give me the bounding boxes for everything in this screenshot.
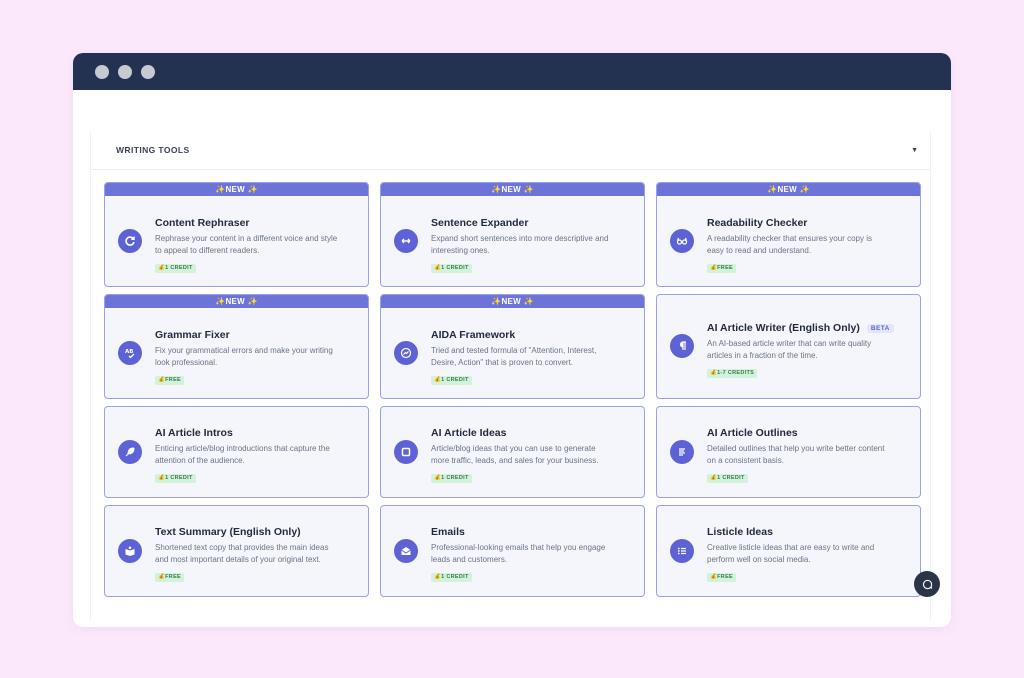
feather-icon [118,440,142,464]
window-dot-minimize[interactable] [118,64,132,79]
credit-badge: 💰1 CREDIT [707,473,748,483]
list-icon [670,539,694,563]
tool-description: Tried and tested formula of "Attention, … [431,346,597,367]
tool-description: Shortened text copy that provides the ma… [155,543,329,564]
tool-card-readability-checker[interactable]: ✨NEW ✨ Readability Checker A readability… [656,182,921,287]
tool-card-ai-article-intros[interactable]: AI Article Intros Enticing article/blog … [104,406,369,498]
tool-title: Grammar Fixer [155,329,230,341]
credit-badge: 💰FREE [155,572,185,582]
tool-card-ai-article-ideas[interactable]: AI Article Ideas Article/blog ideas that… [380,406,645,498]
credit-badge: 💰1 CREDIT [155,263,196,273]
tool-title: AI Article Intros [155,427,233,439]
tool-description: Expand short sentences into more descrip… [431,234,609,255]
align-left-icon [670,440,694,464]
glasses-icon [670,229,694,253]
credit-badge: 💰1 CREDIT [431,473,472,483]
tool-title: AI Article Writer (English Only) BETA [707,322,908,334]
tool-title: Text Summary (English Only) [155,526,301,538]
new-ribbon: ✨NEW ✨ [105,183,368,196]
book-open-icon [118,539,142,563]
tool-title: AI Article Ideas [431,427,507,439]
window-dot-maximize[interactable] [141,64,155,79]
tool-card-emails[interactable]: Emails Professional-looking emails that … [380,505,645,597]
tool-card-listicle-ideas[interactable]: Listicle Ideas Creative listicle ideas t… [656,505,921,597]
window-titlebar [73,53,951,90]
new-ribbon: ✨NEW ✨ [381,295,644,308]
tool-title: Sentence Expander [431,217,529,229]
chat-bubble-icon [922,579,932,589]
tool-card-text-summary[interactable]: Text Summary (English Only) Shortened te… [104,505,369,597]
refresh-icon [118,229,142,253]
tool-description: Fix your grammatical errors and make you… [155,346,333,367]
tool-description: Rephrase your content in a different voi… [155,234,338,255]
expand-arrows-icon [394,229,418,253]
tool-description: An AI-based article writer that can writ… [707,339,872,360]
tool-description: Enticing article/blog introductions that… [155,444,330,465]
tool-card-aida-framework[interactable]: ✨NEW ✨ AIDA Framework Tried and tested f… [380,294,645,399]
credit-badge: 💰1-7 CREDITS [707,368,758,378]
tool-card-sentence-expander[interactable]: ✨NEW ✨ Sentence Expander Expand short se… [380,182,645,287]
section-header[interactable]: WRITING TOOLS ▼ [91,131,930,170]
window-dot-close[interactable] [95,64,109,79]
tool-description: A readability checker that ensures your … [707,234,872,255]
section-title: WRITING TOOLS [116,145,190,155]
tool-card-ai-article-writer[interactable]: AI Article Writer (English Only) BETA An … [656,294,921,399]
credit-badge: 💰FREE [707,263,737,273]
credit-badge: 💰1 CREDIT [431,375,472,385]
tool-title: Content Rephraser [155,217,250,229]
tool-description: Professional-looking emails that help yo… [431,543,606,564]
new-ribbon: ✨NEW ✨ [105,295,368,308]
tool-description: Article/blog ideas that you can use to g… [431,444,599,465]
paragraph-icon [670,334,694,358]
tool-title: Readability Checker [707,217,808,229]
tool-title: Listicle Ideas [707,526,773,538]
browser-window: WRITING TOOLS ▼ ✨NEW ✨ Content Rephraser… [73,53,951,627]
tool-description: Detailed outlines that help you write be… [707,444,885,465]
note-icon [394,440,418,464]
chart-icon [394,341,418,365]
tool-title: AIDA Framework [431,329,516,341]
credit-badge: 💰1 CREDIT [155,473,196,483]
chat-support-button[interactable] [914,571,940,597]
tool-description: Creative listicle ideas that are easy to… [707,543,875,564]
envelope-open-icon [394,539,418,563]
new-ribbon: ✨NEW ✨ [657,183,920,196]
tool-title: AI Article Outlines [707,427,798,439]
new-ribbon: ✨NEW ✨ [381,183,644,196]
credit-badge: 💰1 CREDIT [431,572,472,582]
writing-tools-panel: WRITING TOOLS ▼ ✨NEW ✨ Content Rephraser… [90,131,931,621]
svg-text:AB: AB [125,349,133,355]
tool-card-content-rephraser[interactable]: ✨NEW ✨ Content Rephraser Rephrase your c… [104,182,369,287]
tool-card-ai-article-outlines[interactable]: AI Article Outlines Detailed outlines th… [656,406,921,498]
tool-card-grammar-fixer[interactable]: ✨NEW ✨ AB Grammar Fixer Fix your grammat… [104,294,369,399]
tool-title: Emails [431,526,465,538]
chevron-down-icon[interactable]: ▼ [911,147,918,154]
spellcheck-icon: AB [118,341,142,365]
beta-badge: BETA [866,323,894,333]
credit-badge: 💰FREE [707,572,737,582]
credit-badge: 💰1 CREDIT [431,263,472,273]
credit-badge: 💰FREE [155,375,185,385]
